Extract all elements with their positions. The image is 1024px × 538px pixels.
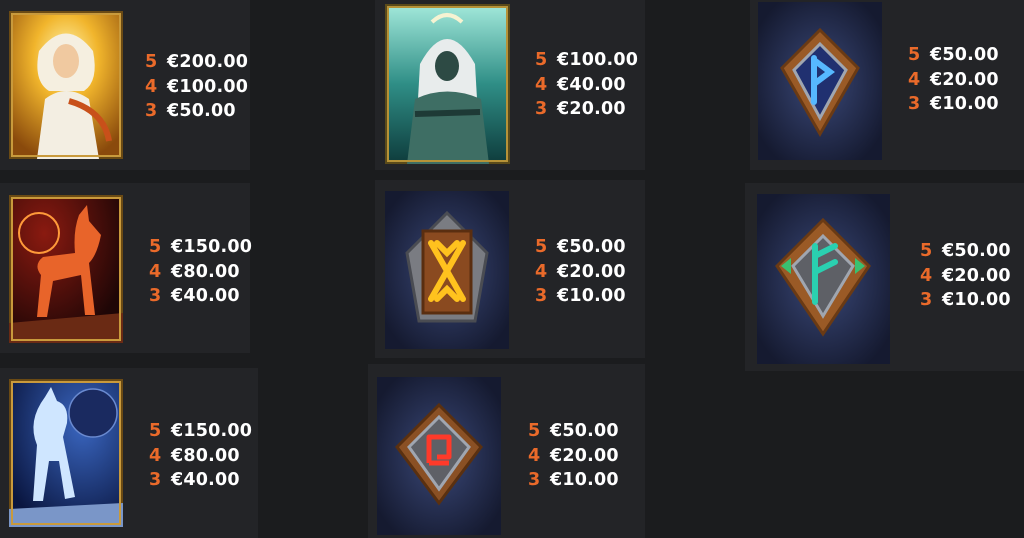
payout-row: 4 €80.00 bbox=[149, 444, 252, 469]
symbol-count: 3 bbox=[149, 286, 162, 307]
symbol-count: 4 bbox=[908, 69, 921, 90]
paytable-green-rune: 5 €50.00 4 €20.00 3 €10.00 bbox=[920, 239, 1011, 313]
payout-amount: €10.00 bbox=[942, 290, 1011, 311]
payout-row: 4 €80.00 bbox=[149, 260, 252, 285]
payout-row: 3 €10.00 bbox=[535, 284, 626, 309]
payout-amount: €200.00 bbox=[167, 52, 249, 73]
symbol-count: 5 bbox=[535, 50, 548, 71]
symbol-count: 4 bbox=[149, 445, 162, 466]
payout-row: 5 €150.00 bbox=[149, 419, 252, 444]
payout-amount: €80.00 bbox=[171, 445, 240, 466]
payout-amount: €50.00 bbox=[167, 101, 236, 122]
symbol-count: 4 bbox=[528, 445, 541, 466]
payout-amount: €20.00 bbox=[550, 445, 619, 466]
paytable-gold-rune: 5 €50.00 4 €20.00 3 €10.00 bbox=[535, 235, 626, 309]
symbol-count: 5 bbox=[908, 45, 921, 66]
symbol-count: 3 bbox=[908, 94, 921, 115]
payout-row: 3 €10.00 bbox=[528, 468, 619, 493]
symbol-count: 5 bbox=[149, 237, 162, 258]
paytable-fire-wolf: 5 €150.00 4 €80.00 3 €40.00 bbox=[149, 235, 252, 309]
payout-amount: €20.00 bbox=[557, 261, 626, 282]
symbol-count: 5 bbox=[145, 52, 158, 73]
symbol-count: 3 bbox=[145, 101, 158, 122]
paytable-ice-wolf: 5 €150.00 4 €80.00 3 €40.00 bbox=[149, 419, 252, 493]
payout-row: 4 €20.00 bbox=[528, 444, 619, 469]
payout-row: 3 €20.00 bbox=[535, 97, 638, 122]
payout-row: 3 €10.00 bbox=[920, 288, 1011, 313]
paytable-blue-rune: 5 €50.00 4 €20.00 3 €10.00 bbox=[908, 43, 999, 117]
symbol-count: 5 bbox=[528, 421, 541, 442]
payout-amount: €100.00 bbox=[167, 76, 249, 97]
paytable-hooded-sorcerer: 5 €100.00 4 €40.00 3 €20.00 bbox=[535, 48, 638, 122]
payout-row: 3 €10.00 bbox=[908, 92, 999, 117]
payout-amount: €50.00 bbox=[942, 241, 1011, 262]
payout-amount: €150.00 bbox=[171, 237, 253, 258]
payout-row: 3 €50.00 bbox=[145, 99, 248, 124]
payout-row: 4 €20.00 bbox=[908, 68, 999, 93]
payout-row: 4 €40.00 bbox=[535, 73, 638, 98]
payout-row: 4 €20.00 bbox=[920, 264, 1011, 289]
red-rune-icon bbox=[377, 377, 501, 535]
symbol-count: 3 bbox=[920, 290, 933, 311]
hooded-sorcerer-icon bbox=[385, 4, 510, 164]
payout-amount: €150.00 bbox=[171, 421, 253, 442]
payout-amount: €100.00 bbox=[557, 50, 639, 71]
green-rune-icon bbox=[757, 194, 890, 364]
payout-amount: €10.00 bbox=[550, 470, 619, 491]
payout-amount: €20.00 bbox=[942, 265, 1011, 286]
symbol-count: 4 bbox=[535, 74, 548, 95]
gold-rune-icon bbox=[385, 191, 509, 349]
symbol-count: 4 bbox=[149, 261, 162, 282]
payout-amount: €50.00 bbox=[550, 421, 619, 442]
symbol-count: 4 bbox=[145, 76, 158, 97]
blue-rune-icon bbox=[758, 2, 882, 160]
sun-goddess-icon bbox=[9, 11, 123, 159]
payout-row: 5 €50.00 bbox=[908, 43, 999, 68]
payout-row: 5 €50.00 bbox=[920, 239, 1011, 264]
payout-row: 5 €150.00 bbox=[149, 235, 252, 260]
payout-amount: €20.00 bbox=[930, 69, 999, 90]
payout-amount: €80.00 bbox=[171, 261, 240, 282]
payout-amount: €50.00 bbox=[930, 45, 999, 66]
symbol-count: 3 bbox=[528, 470, 541, 491]
symbol-count: 5 bbox=[149, 421, 162, 442]
payout-amount: €10.00 bbox=[557, 286, 626, 307]
payout-row: 5 €50.00 bbox=[535, 235, 626, 260]
symbol-count: 3 bbox=[535, 286, 548, 307]
payout-row: 4 €20.00 bbox=[535, 260, 626, 285]
payout-amount: €40.00 bbox=[171, 286, 240, 307]
ice-wolf-icon bbox=[9, 379, 123, 527]
paytable-red-rune: 5 €50.00 4 €20.00 3 €10.00 bbox=[528, 419, 619, 493]
symbol-count: 5 bbox=[920, 241, 933, 262]
fire-wolf-icon bbox=[9, 195, 123, 343]
paytable-sun-goddess: 5 €200.00 4 €100.00 3 €50.00 bbox=[145, 50, 248, 124]
symbol-count: 3 bbox=[535, 99, 548, 120]
payout-row: 3 €40.00 bbox=[149, 468, 252, 493]
payout-row: 5 €50.00 bbox=[528, 419, 619, 444]
payout-row: 5 €100.00 bbox=[535, 48, 638, 73]
payout-amount: €50.00 bbox=[557, 237, 626, 258]
payout-row: 5 €200.00 bbox=[145, 50, 248, 75]
symbol-count: 5 bbox=[535, 237, 548, 258]
payout-row: 3 €40.00 bbox=[149, 284, 252, 309]
symbol-count: 3 bbox=[149, 470, 162, 491]
payout-amount: €40.00 bbox=[557, 74, 626, 95]
payout-row: 4 €100.00 bbox=[145, 75, 248, 100]
payout-amount: €40.00 bbox=[171, 470, 240, 491]
symbol-count: 4 bbox=[535, 261, 548, 282]
symbol-count: 4 bbox=[920, 265, 933, 286]
payout-amount: €10.00 bbox=[930, 94, 999, 115]
payout-amount: €20.00 bbox=[557, 99, 626, 120]
